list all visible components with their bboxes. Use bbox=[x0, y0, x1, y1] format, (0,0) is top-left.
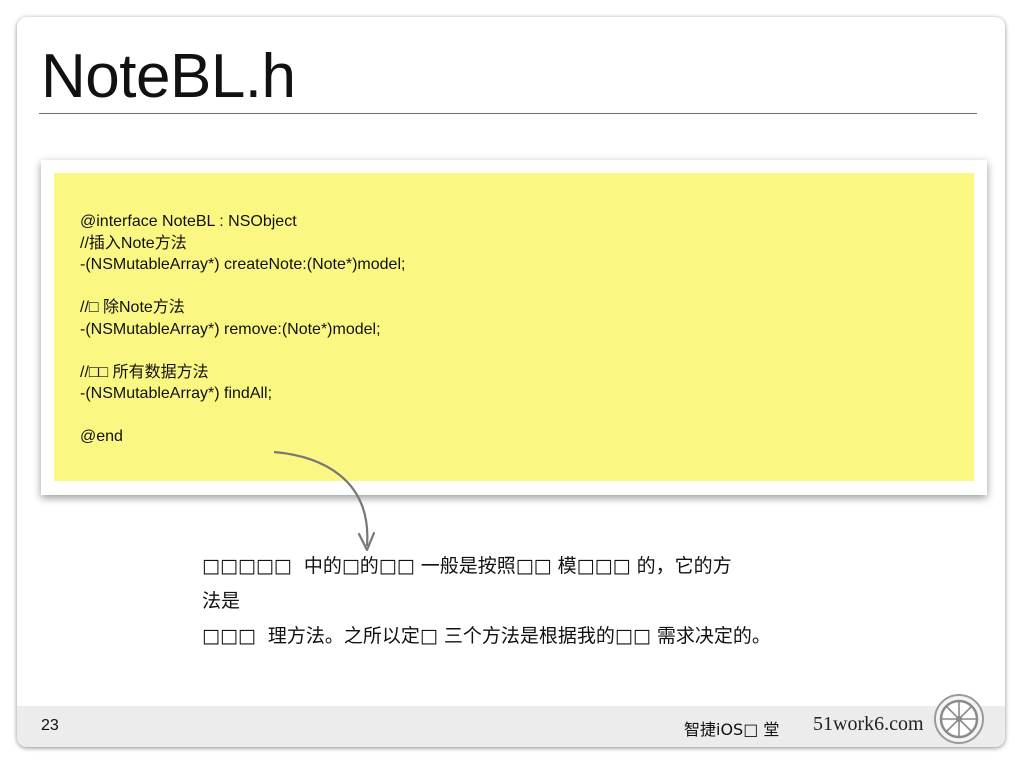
curved-arrow-icon bbox=[273, 450, 376, 552]
